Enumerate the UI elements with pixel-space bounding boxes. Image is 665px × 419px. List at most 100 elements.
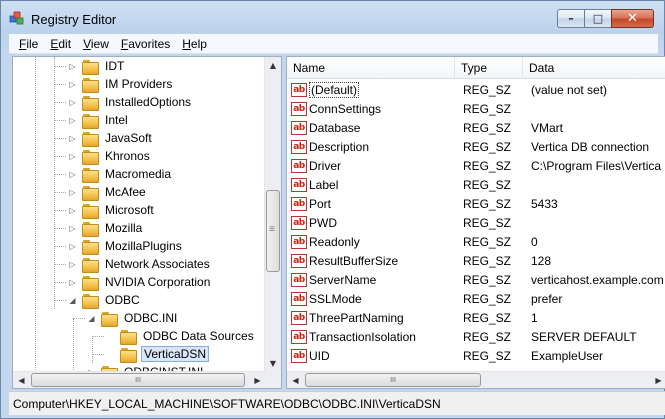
menu-favorites[interactable]: Favorites (115, 37, 176, 51)
expand-arrow-icon[interactable]: ▷ (68, 98, 77, 107)
tree-item-khronos[interactable]: ▷ Khronos (68, 147, 152, 165)
tree-connector-line (73, 318, 74, 372)
value-row[interactable]: ab ServerName REG_SZ verticahost.example.co… (287, 271, 665, 290)
value-row[interactable]: ab ResultBufferSize REG_SZ 128 (287, 252, 665, 271)
tree-vertical-scroll-thumb[interactable]: ≡ (266, 190, 280, 272)
tree-item-microsoft[interactable]: ▷ Microsoft (68, 201, 156, 219)
collapse-arrow-icon[interactable]: ◢ (87, 314, 96, 323)
menu-edit[interactable]: Edit (44, 37, 77, 51)
tree-item-odbc-ini[interactable]: ◢ ODBC.INI (87, 309, 179, 327)
tree-item-mozilla[interactable]: ▷ Mozilla (68, 219, 144, 237)
column-header-type[interactable]: Type (455, 57, 523, 79)
minimize-button[interactable]: – (557, 9, 584, 28)
menu-help[interactable]: Help (176, 37, 213, 51)
scroll-up-arrow-icon[interactable]: ▲ (265, 57, 281, 74)
tree-connector-line (54, 102, 66, 103)
tree-connector-line (92, 336, 93, 363)
expand-arrow-icon[interactable]: ▷ (68, 278, 77, 287)
folder-icon (82, 185, 99, 201)
expand-arrow-icon[interactable]: ▷ (68, 170, 77, 179)
tree-item-im-providers[interactable]: ▷ IM Providers (68, 75, 174, 93)
tree-item-mcafee[interactable]: ▷ McAfee (68, 183, 148, 201)
tree-item-label: ODBC.INI (124, 311, 178, 325)
scroll-left-arrow-icon[interactable]: ◀ (287, 372, 304, 388)
value-row[interactable]: ab Database REG_SZ VMart (287, 119, 665, 138)
value-row[interactable]: ab ThreePartNaming REG_SZ 1 (287, 309, 665, 328)
value-type: REG_SZ (463, 235, 512, 249)
tree-vertical-scrollbar[interactable]: ▲ ≡ ▼ (264, 57, 281, 372)
expand-arrow-icon[interactable]: ▷ (68, 80, 77, 89)
tree-item-macromedia[interactable]: ▷ Macromedia (68, 165, 173, 183)
menu-view[interactable]: View (77, 37, 115, 51)
value-name: ResultBufferSize (309, 254, 399, 268)
tree-item-idt[interactable]: ▷ IDT (68, 57, 126, 75)
string-value-icon: ab (291, 292, 307, 306)
string-value-icon: ab (291, 178, 307, 192)
tree-item-label: Intel (105, 113, 128, 127)
maximize-button[interactable]: □ (584, 9, 611, 28)
value-row[interactable]: ab Readonly REG_SZ 0 (287, 233, 665, 252)
value-type: REG_SZ (463, 178, 512, 192)
value-row[interactable]: ab PWD REG_SZ (287, 214, 665, 233)
scroll-grip-icon: ≡ (269, 224, 275, 235)
value-row[interactable]: ab Port REG_SZ 5433 (287, 195, 665, 214)
scroll-right-arrow-icon[interactable]: ▶ (650, 372, 665, 388)
folder-icon (82, 131, 99, 147)
tree-item-javasoft[interactable]: ▷ JavaSoft (68, 129, 154, 147)
column-header-name[interactable]: Name (287, 57, 455, 79)
expand-arrow-icon[interactable]: ▷ (68, 242, 77, 251)
values-horizontal-scroll-thumb[interactable]: III (305, 373, 481, 387)
tree-connector-line (54, 300, 66, 301)
expand-arrow-icon[interactable]: ▷ (68, 206, 77, 215)
expand-arrow-icon[interactable]: ▷ (68, 134, 77, 143)
tree-item-intel[interactable]: ▷ Intel (68, 111, 130, 129)
key-tree-pane[interactable]: ▷ IDT ▷ IM Providers ▷ InstalledOptions ▷ Intel… (12, 56, 282, 389)
value-row[interactable]: ab Label REG_SZ (287, 176, 665, 195)
tree-item-nvidia-corporation[interactable]: ▷ NVIDIA Corporation (68, 273, 212, 291)
tree-item-mozillaplugins[interactable]: ▷ MozillaPlugins (68, 237, 184, 255)
tree-item-label: IDT (105, 59, 125, 73)
title-bar[interactable]: Registry Editor – □ ✕ (1, 1, 664, 34)
values-horizontal-scrollbar[interactable]: ◀ III ▶ (287, 371, 665, 388)
values-pane[interactable]: Name Type Data ab (Default) REG_SZ (value n… (286, 56, 665, 389)
tree-item-network-associates[interactable]: ▷ Network Associates (68, 255, 212, 273)
value-row[interactable]: ab Description REG_SZ Vertica DB connection (287, 138, 665, 157)
value-row[interactable]: ab SSLMode REG_SZ prefer (287, 290, 665, 309)
column-header-data[interactable]: Data (523, 57, 665, 79)
value-row[interactable]: ab ConnSettings REG_SZ (287, 100, 665, 119)
expand-arrow-icon[interactable]: ▷ (68, 116, 77, 125)
folder-icon (82, 77, 99, 93)
tree-item-verticadsn[interactable]: VerticaDSN (106, 345, 210, 363)
collapse-arrow-icon[interactable]: ◢ (68, 296, 77, 305)
scroll-left-arrow-icon[interactable]: ◀ (13, 372, 30, 388)
value-name: PWD (309, 216, 337, 230)
menu-file[interactable]: File (13, 37, 44, 51)
expand-arrow-icon[interactable]: ▷ (68, 152, 77, 161)
value-row[interactable]: ab Driver REG_SZ C:\Program Files\Vertica (287, 157, 665, 176)
tree-horizontal-scrollbar[interactable]: ◀ III ▶ (13, 371, 267, 388)
minimize-icon: – (568, 12, 574, 25)
value-row[interactable]: ab UID REG_SZ ExampleUser (287, 347, 665, 366)
value-type: REG_SZ (463, 349, 512, 363)
tree-item-installedoptions[interactable]: ▷ InstalledOptions (68, 93, 193, 111)
expand-arrow-icon[interactable]: ▷ (68, 188, 77, 197)
folder-icon (82, 275, 99, 291)
tree-item-label: Network Associates (105, 257, 210, 271)
expand-arrow-icon[interactable]: ▷ (68, 62, 77, 71)
tree-item-odbc[interactable]: ◢ ODBC (68, 291, 142, 309)
string-value-icon: ab (291, 140, 307, 154)
close-button[interactable]: ✕ (611, 9, 654, 28)
scroll-down-arrow-icon[interactable]: ▼ (265, 355, 281, 372)
value-type: REG_SZ (463, 159, 512, 173)
expand-arrow-icon[interactable]: ▷ (68, 224, 77, 233)
tree-item-label: ODBC (105, 293, 140, 307)
tree-horizontal-scroll-thumb[interactable]: III (31, 373, 245, 387)
tree-item-odbc-data-sources[interactable]: ODBC Data Sources (106, 327, 256, 345)
maximize-icon: □ (592, 12, 604, 25)
string-value-icon: ab (291, 235, 307, 249)
tree-connector-line (54, 228, 66, 229)
expand-arrow-icon[interactable]: ▷ (68, 260, 77, 269)
value-row[interactable]: ab (Default) REG_SZ (value not set) (287, 81, 665, 100)
folder-icon (82, 59, 99, 75)
value-row[interactable]: ab TransactionIsolation REG_SZ SERVER DEFAU… (287, 328, 665, 347)
